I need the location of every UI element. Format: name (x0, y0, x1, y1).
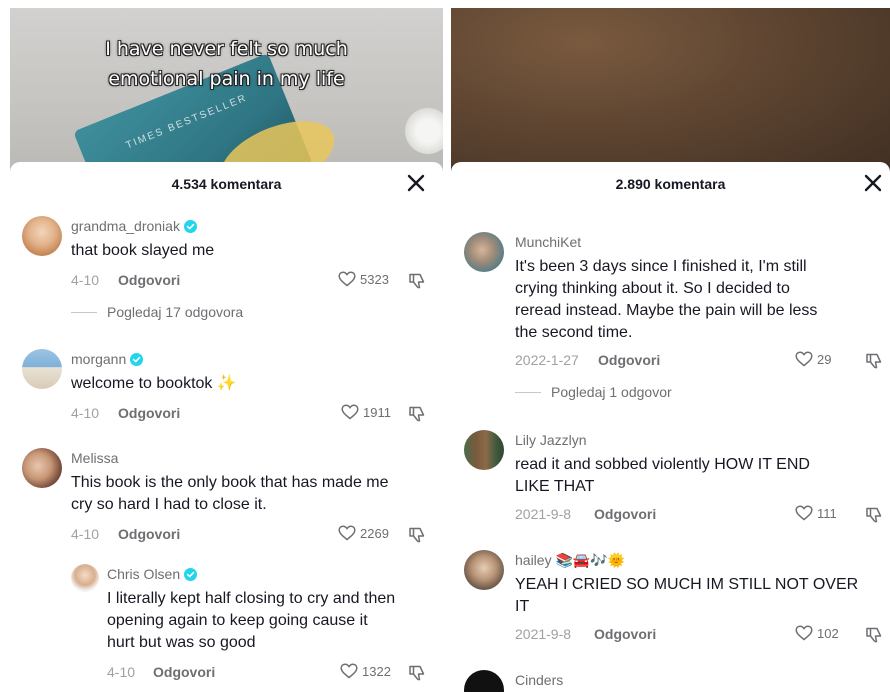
like-button[interactable]: 111 (795, 505, 837, 521)
comment-date: 4-10 (71, 526, 100, 542)
video-preview[interactable]: TIMES BESTSELLER I have never felt so mu… (10, 8, 443, 178)
reply-button[interactable]: Odgovori (594, 626, 656, 642)
heart-outline-icon (795, 505, 813, 521)
comment-count: 2.890 komentara (615, 176, 726, 192)
door-knob (405, 108, 443, 154)
comment-date: 4-10 (71, 405, 100, 421)
like-count: 111 (817, 505, 837, 521)
like-count: 29 (817, 351, 832, 367)
reply-button[interactable]: Odgovori (118, 405, 180, 421)
comment-text: It's been 3 days since I finished it, I'… (515, 258, 818, 341)
like-count: 1322 (362, 663, 391, 679)
video-caption: I have never felt so much emotional pain… (105, 38, 348, 90)
like-count: 5323 (360, 271, 389, 287)
like-button[interactable]: 102 (795, 625, 839, 641)
comment-username[interactable]: MunchiKet (515, 234, 581, 250)
reply-button[interactable]: Odgovori (598, 352, 660, 368)
thumbs-down-icon[interactable] (865, 352, 883, 370)
comment-text: This book is the only book that has made… (71, 474, 389, 513)
like-count: 1911 (363, 404, 391, 420)
avatar[interactable] (464, 550, 504, 590)
verified-badge-icon (183, 220, 197, 233)
avatar[interactable] (22, 448, 62, 488)
reply-button[interactable]: Odgovori (153, 664, 215, 680)
heart-outline-icon (795, 625, 813, 641)
thumbs-down-icon[interactable] (408, 526, 426, 544)
comment-date: 2021-9-8 (515, 506, 572, 522)
sparkles-emoji: ✨ (216, 375, 237, 392)
comment-username[interactable]: Melissa (71, 450, 118, 466)
comment-text: YEAH I CRIED SO MUCH IM STILL NOT OVER I… (515, 576, 859, 615)
comments-sheet: 2.890 komentara MunchiKet It's been 3 da… (451, 162, 890, 692)
comments-header: 2.890 komentara (451, 162, 890, 206)
comment-username[interactable]: hailey 📚🚘🎶🌞 (515, 552, 625, 569)
comment-text: welcome to booktok ✨ (71, 375, 237, 392)
comments-header: 4.534 komentara (10, 162, 443, 206)
heart-outline-icon (795, 351, 813, 367)
like-count: 2269 (360, 525, 389, 541)
right-comments-screen: 2.890 komentara MunchiKet It's been 3 da… (451, 0, 890, 692)
left-comments-screen: TIMES BESTSELLER I have never felt so mu… (10, 0, 443, 692)
comment-text: that book slayed me (71, 242, 215, 259)
like-button[interactable]: 5323 (338, 271, 389, 287)
comment-username[interactable]: Chris Olsen (107, 566, 198, 582)
verified-badge-icon (184, 568, 198, 581)
avatar[interactable] (464, 430, 504, 470)
like-button[interactable]: 2269 (338, 525, 389, 541)
close-icon[interactable] (864, 174, 882, 192)
comment-username[interactable]: Cinders (515, 672, 563, 688)
view-replies-link[interactable]: Pogledaj 17 odgovora (71, 304, 243, 320)
comment-text: read it and sobbed violently HOW IT END … (515, 456, 810, 495)
comment-username[interactable]: grandma_droniak (71, 218, 197, 234)
like-button[interactable]: 1911 (341, 404, 391, 420)
heart-outline-icon (338, 525, 356, 541)
video-preview[interactable] (451, 8, 890, 178)
avatar[interactable] (22, 216, 62, 256)
comment-username[interactable]: Lily Jazzlyn (515, 432, 587, 448)
comment-date: 4-10 (71, 272, 100, 288)
username-emoji: 📚🚘🎶🌞 (555, 553, 626, 569)
like-button[interactable]: 1322 (340, 663, 391, 679)
heart-outline-icon (340, 663, 358, 679)
reply-button[interactable]: Odgovori (118, 526, 180, 542)
reply-button[interactable]: Odgovori (118, 272, 180, 288)
heart-outline-icon (341, 404, 359, 420)
thumbs-down-icon[interactable] (408, 272, 426, 290)
verified-badge-icon (130, 353, 144, 366)
close-icon[interactable] (407, 174, 425, 192)
comment-count: 4.534 komentara (171, 176, 282, 192)
thumbs-down-icon[interactable] (865, 626, 883, 644)
avatar[interactable] (464, 232, 504, 272)
avatar[interactable] (464, 670, 504, 692)
book-cover-text: TIMES BESTSELLER (124, 92, 249, 152)
thumbs-down-icon[interactable] (408, 664, 426, 682)
thumbs-down-icon[interactable] (865, 506, 883, 524)
reply-button[interactable]: Odgovori (594, 506, 656, 522)
thumbs-down-icon[interactable] (408, 405, 426, 423)
avatar[interactable] (71, 564, 99, 592)
comment-text: I literally kept half closing to cry and… (107, 590, 396, 651)
comments-sheet: 4.534 komentara grandma_droniak that boo… (10, 162, 443, 692)
comment-date: 2021-9-8 (515, 626, 572, 642)
comment-date: 2022-1-27 (515, 352, 579, 368)
avatar[interactable] (22, 349, 62, 389)
like-count: 102 (817, 625, 839, 641)
comment-username[interactable]: morgann (71, 351, 144, 367)
comment-date: 4-10 (107, 664, 136, 680)
heart-outline-icon (338, 271, 356, 287)
like-button[interactable]: 29 (795, 351, 831, 367)
view-replies-link[interactable]: Pogledaj 1 odgovor (515, 384, 672, 400)
